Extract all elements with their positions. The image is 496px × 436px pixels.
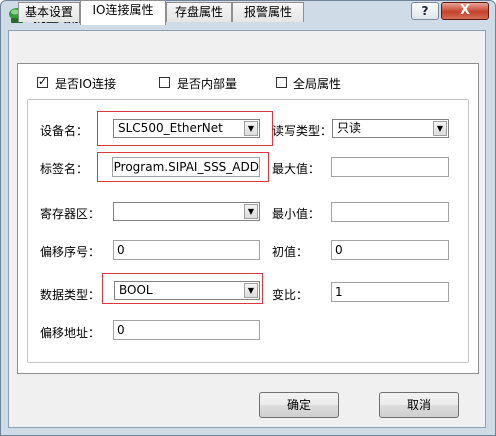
- chevron-down-icon[interactable]: ▼: [433, 121, 447, 136]
- ratio-label: 变比：: [272, 288, 309, 302]
- ratio-input[interactable]: 1: [331, 282, 449, 302]
- min-value-label: 最小值：: [272, 207, 321, 221]
- offset-no-input[interactable]: 0: [113, 240, 260, 260]
- internal-var-checkbox[interactable]: [159, 77, 170, 88]
- rw-type-value: 只读: [337, 121, 362, 135]
- help-button[interactable]: ?: [411, 2, 439, 20]
- initial-value-input[interactable]: 0: [331, 240, 449, 260]
- tab-storage[interactable]: 存盘属性: [166, 2, 232, 22]
- register-label: 寄存器区：: [40, 207, 101, 221]
- data-type-highlight-box: [102, 273, 263, 304]
- max-value-label: 最大值：: [272, 162, 321, 176]
- tag-name-highlight-box: [97, 152, 269, 182]
- tab-alarm[interactable]: 报警属性: [232, 2, 304, 22]
- tab-basic-settings[interactable]: 基本设置: [18, 2, 80, 22]
- rw-type-select[interactable]: 只读 ▼: [332, 119, 449, 138]
- checkmark-icon: ✓: [38, 75, 48, 88]
- device-highlight-box: [97, 111, 273, 146]
- cancel-button[interactable]: 取消: [379, 392, 459, 418]
- io-connect-label: 是否IO连接: [55, 77, 116, 91]
- rw-type-label: 读写类型：: [272, 124, 333, 138]
- global-attr-label: 全局属性: [293, 77, 342, 91]
- device-label: 设备名：: [40, 124, 89, 138]
- max-value-input[interactable]: [331, 157, 449, 177]
- ok-button[interactable]: 确定: [259, 392, 339, 418]
- tab-io-connection[interactable]: IO连接属性: [80, 0, 166, 25]
- register-select[interactable]: ▼: [113, 202, 260, 221]
- data-type-label: 数据类型：: [40, 288, 101, 302]
- initial-value-label: 初值：: [272, 245, 309, 259]
- chevron-down-icon[interactable]: ▼: [244, 204, 258, 219]
- io-connect-checkbox[interactable]: ✓: [37, 75, 48, 88]
- internal-var-label: 是否内部量: [177, 77, 238, 91]
- offset-addr-label: 偏移地址：: [40, 326, 101, 340]
- tag-name-label: 标签名：: [40, 162, 89, 176]
- close-button[interactable]: X: [441, 2, 489, 20]
- offset-addr-input[interactable]: 0: [113, 320, 260, 340]
- min-value-input[interactable]: [331, 202, 449, 222]
- global-attr-checkbox[interactable]: [276, 77, 287, 88]
- offset-no-label: 偏移序号：: [40, 245, 101, 259]
